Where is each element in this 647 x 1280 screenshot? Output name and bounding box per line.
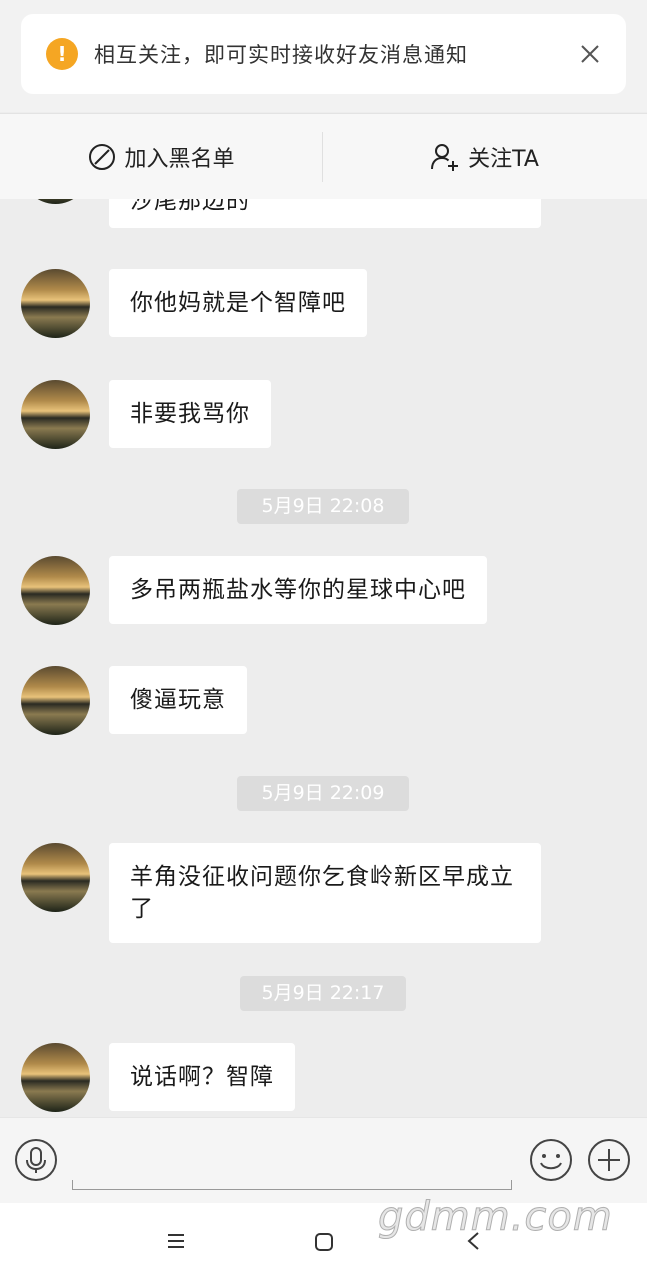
avatar[interactable] bbox=[21, 269, 90, 338]
message-bubble[interactable]: 沙尾那边的 bbox=[109, 199, 541, 228]
follow-label: 关注TA bbox=[468, 146, 539, 172]
timestamp: 5月9日 22:17 bbox=[240, 976, 406, 1011]
message-bubble[interactable]: 傻逼玩意 bbox=[109, 666, 247, 734]
avatar[interactable] bbox=[21, 1043, 90, 1112]
menu-icon[interactable] bbox=[166, 1231, 186, 1255]
watermark: gdmm.com bbox=[378, 1194, 613, 1241]
follow-button[interactable]: 关注TA bbox=[323, 114, 646, 200]
blacklist-label: 加入黑名单 bbox=[124, 146, 235, 172]
add-user-icon bbox=[431, 143, 459, 171]
avatar[interactable] bbox=[21, 843, 90, 912]
notice-area: ! 相互关注，即可实时接收好友消息通知 bbox=[0, 0, 647, 112]
avatar[interactable] bbox=[21, 380, 90, 449]
avatar[interactable] bbox=[21, 199, 90, 204]
chat-area[interactable]: 沙尾那边的 你他妈就是个智障吧 非要我骂你 5月9日 22:08 多吊两瓶盐水等… bbox=[0, 199, 647, 1117]
message-bubble[interactable]: 说话啊？智障 bbox=[109, 1043, 295, 1111]
close-icon[interactable] bbox=[576, 40, 604, 68]
action-bar: 加入黑名单 关注TA bbox=[0, 113, 647, 199]
avatar[interactable] bbox=[21, 666, 90, 735]
timestamp: 5月9日 22:08 bbox=[237, 489, 409, 524]
notice-text: 相互关注，即可实时接收好友消息通知 bbox=[94, 43, 468, 67]
message-bubble[interactable]: 你他妈就是个智障吧 bbox=[109, 269, 367, 337]
home-icon[interactable] bbox=[314, 1232, 334, 1256]
plus-icon[interactable] bbox=[587, 1138, 631, 1186]
follow-notice: ! 相互关注，即可实时接收好友消息通知 bbox=[21, 14, 626, 94]
message-input[interactable] bbox=[72, 1180, 512, 1190]
timestamp: 5月9日 22:09 bbox=[237, 776, 409, 811]
warning-icon: ! bbox=[46, 38, 78, 70]
action-divider bbox=[322, 132, 323, 182]
avatar[interactable] bbox=[21, 556, 90, 625]
blacklist-button[interactable]: 加入黑名单 bbox=[0, 114, 323, 200]
message-bubble[interactable]: 羊角没征收问题你乞食岭新区早成立了 bbox=[109, 843, 541, 943]
voice-icon[interactable] bbox=[14, 1138, 58, 1186]
block-icon bbox=[89, 143, 116, 170]
input-bar bbox=[0, 1117, 647, 1203]
emoji-icon[interactable] bbox=[529, 1138, 573, 1186]
message-bubble[interactable]: 非要我骂你 bbox=[109, 380, 271, 448]
message-bubble[interactable]: 多吊两瓶盐水等你的星球中心吧 bbox=[109, 556, 487, 624]
